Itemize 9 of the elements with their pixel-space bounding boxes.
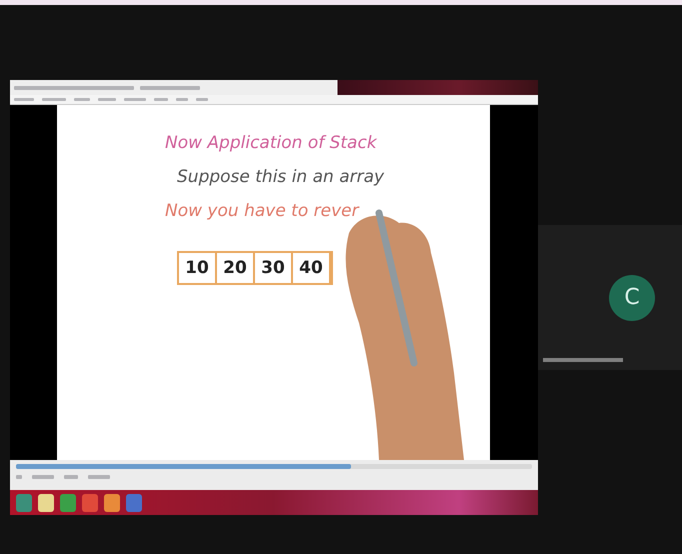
array-value: 20 [217,253,255,283]
array-value: 10 [179,253,217,283]
slide-text: Suppose this in an array [177,167,386,187]
seek-bar[interactable] [16,464,532,469]
array-value: 30 [255,253,293,283]
array-value: 40 [293,253,331,283]
slide-text: Now Application of Stack [165,133,378,153]
avatar: C [609,274,655,320]
slide-text: Now you have to rever [165,201,360,221]
